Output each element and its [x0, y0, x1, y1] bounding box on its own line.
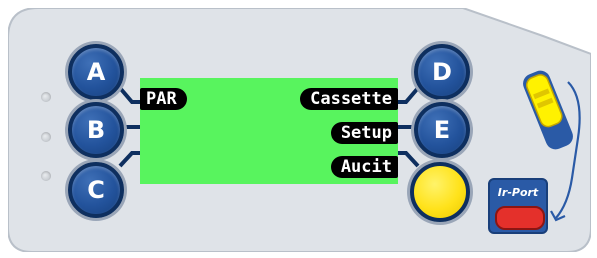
status-led-1: [41, 92, 51, 102]
enter-button[interactable]: [410, 162, 470, 222]
button-d[interactable]: D: [414, 44, 470, 100]
button-a[interactable]: A: [68, 44, 124, 100]
softkey-setup[interactable]: Setup: [330, 122, 398, 144]
button-c-label: C: [87, 176, 105, 204]
lcd-display: PAR Cassette Setup Aucit: [140, 78, 398, 184]
status-led-3: [41, 171, 51, 181]
button-a-label: A: [86, 58, 106, 86]
softkey-par[interactable]: PAR: [140, 88, 187, 110]
button-c[interactable]: C: [68, 162, 124, 218]
status-led-2: [41, 132, 51, 142]
ir-port[interactable]: Ir-Port: [488, 178, 548, 234]
button-b[interactable]: B: [68, 102, 124, 158]
button-e[interactable]: E: [414, 102, 470, 158]
button-e-label: E: [433, 116, 451, 144]
ir-port-window: [495, 206, 545, 230]
keypad-panel: A B C PAR Cassette Setup Aucit D E Ir-Po…: [8, 8, 591, 252]
softkey-cassette[interactable]: Cassette: [300, 88, 398, 110]
button-d-label: D: [432, 58, 452, 86]
ir-port-label: Ir-Port: [497, 186, 539, 199]
softkey-aucit[interactable]: Aucit: [330, 156, 398, 178]
insert-arrow-icon: [550, 81, 581, 222]
button-b-label: B: [86, 116, 106, 144]
